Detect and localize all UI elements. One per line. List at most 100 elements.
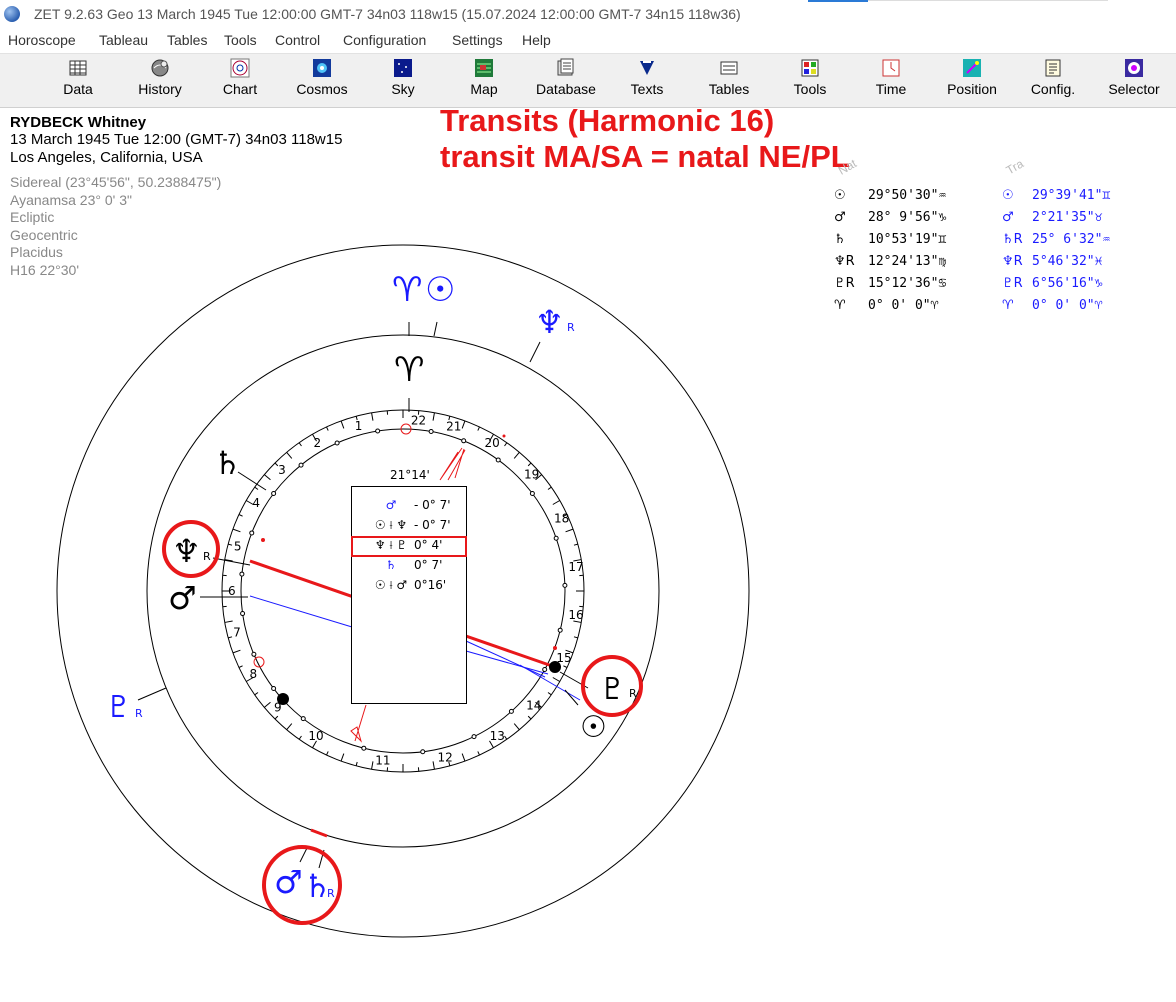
degree-tick: [355, 761, 358, 766]
degree-tick: [527, 715, 532, 720]
degree-tick: [432, 761, 435, 770]
house-number: 21: [446, 420, 461, 434]
degree-tick: [286, 452, 293, 459]
house-number: 12: [437, 751, 452, 765]
degree-tick: [432, 412, 435, 421]
house-number: 1: [355, 419, 363, 433]
natal-pluto-glyph: ♇: [599, 672, 626, 707]
degree-tick: [254, 692, 259, 696]
natal-saturn-glyph: ♄: [213, 444, 242, 482]
natal-pluto-point: [549, 661, 561, 673]
degree-tick: [264, 474, 271, 481]
house-cusp-point: [375, 428, 381, 434]
house-number: 19: [524, 467, 539, 481]
degree-tick: [573, 636, 578, 639]
leader-line: [237, 471, 267, 491]
degree-tick: [232, 528, 241, 533]
house-number: 7: [233, 625, 241, 639]
degree-tick: [513, 723, 520, 730]
aspect-symbols: ☉ ⟊ ♂: [374, 578, 408, 592]
house-cusp-point: [271, 685, 277, 691]
degree-tick: [565, 528, 574, 533]
highlight-ne-pl-row: [351, 536, 467, 557]
house-number: 5: [234, 540, 242, 554]
degree-tick: [228, 636, 233, 639]
house-cusp-point: [240, 611, 246, 617]
degree-tick: [371, 761, 374, 770]
house-cusp-point: [557, 627, 563, 633]
transit-pluto-glyph: ♇: [105, 690, 132, 725]
degree-tick: [238, 665, 243, 668]
aspect-line: [249, 595, 353, 628]
house-cusp-point: [461, 438, 467, 444]
house-number: 13: [490, 729, 505, 743]
natal-neptune-glyph: ♆: [172, 532, 201, 570]
degree-tick: [461, 420, 466, 429]
aspect-orb: 0° 7': [414, 558, 443, 572]
transit-neptune-retro: R: [567, 321, 575, 334]
aspect-symbols: ♄: [385, 558, 397, 572]
house-number: 8: [249, 667, 257, 681]
house-cusp-point: [361, 745, 367, 751]
degree-tick: [552, 677, 561, 682]
house-cusp-point: [495, 457, 501, 463]
degree-tick: [371, 412, 374, 421]
house-cusp-point: [334, 440, 340, 446]
house-number: 10: [308, 729, 323, 743]
house-cusp-point: [239, 571, 245, 577]
degree-tick: [340, 753, 345, 762]
aspect-line: [465, 650, 549, 675]
red-dot: [261, 538, 265, 542]
list-item: ☉ ⟊ ♂ 0°16': [352, 576, 466, 596]
house-cusp-point: [553, 535, 559, 541]
degree-tick: [340, 420, 345, 429]
house-number: 11: [375, 753, 390, 767]
house-number: 4: [252, 496, 260, 510]
transit-aries-glyph: ♈: [392, 270, 422, 310]
house-cusp-point: [300, 716, 306, 722]
midpoint-arrow-top: [439, 447, 466, 481]
house-cusp-point: [471, 734, 477, 740]
transit-pluto-retro: R: [135, 707, 143, 720]
degree-tick: [286, 723, 293, 730]
aspect-orb: - 0° 7': [414, 498, 451, 512]
highlight-tick: [310, 828, 328, 838]
natal-neptune-retro: R: [203, 550, 211, 563]
aspect-symbols: ♂: [385, 498, 397, 512]
natal-mars-glyph: ♂: [168, 579, 197, 617]
degree-tick: [232, 649, 241, 654]
house-cusp-point: [251, 651, 257, 657]
house-number: 20: [485, 436, 500, 450]
degree-tick: [547, 486, 552, 490]
degree-tick: [326, 426, 329, 431]
midpoint-degree-label: 21°14': [390, 468, 430, 482]
house-cusp-point: [529, 491, 535, 497]
degree-tick: [461, 753, 466, 762]
degree-tick: [547, 692, 552, 696]
degree-tick: [254, 486, 259, 490]
house-number: 3: [278, 463, 286, 477]
midpoint-arrow-bottom: [350, 704, 367, 743]
house-number: 6: [228, 584, 236, 598]
red-dot: [553, 646, 557, 650]
transit-mars-glyph: ♂: [274, 863, 303, 901]
house-number: 18: [554, 512, 569, 526]
natal-pluto-retro: R: [629, 687, 637, 700]
house-number: 2: [314, 436, 322, 450]
degree-tick: [274, 715, 279, 720]
house-cusp-point: [562, 582, 568, 588]
transit-neptune-glyph: ♆: [535, 303, 564, 341]
degree-tick: [563, 665, 568, 668]
degree-tick: [513, 452, 520, 459]
house-cusp-point: [428, 428, 434, 434]
degree-tick: [552, 500, 561, 505]
list-item: ☉ ⟊ ♆ - 0° 7': [352, 516, 466, 536]
degree-tick: [527, 462, 532, 467]
house-cusp-point: [298, 462, 304, 468]
house-cusp-point: [420, 749, 426, 755]
chart-wheel[interactable]: 1234567891011 1213141516171819202122 ♈ ♄ …: [0, 0, 1176, 1002]
red-dot: [502, 434, 506, 438]
degree-tick: [298, 735, 302, 740]
aspect-orb: - 0° 7': [414, 518, 451, 532]
degree-tick: [477, 426, 480, 431]
